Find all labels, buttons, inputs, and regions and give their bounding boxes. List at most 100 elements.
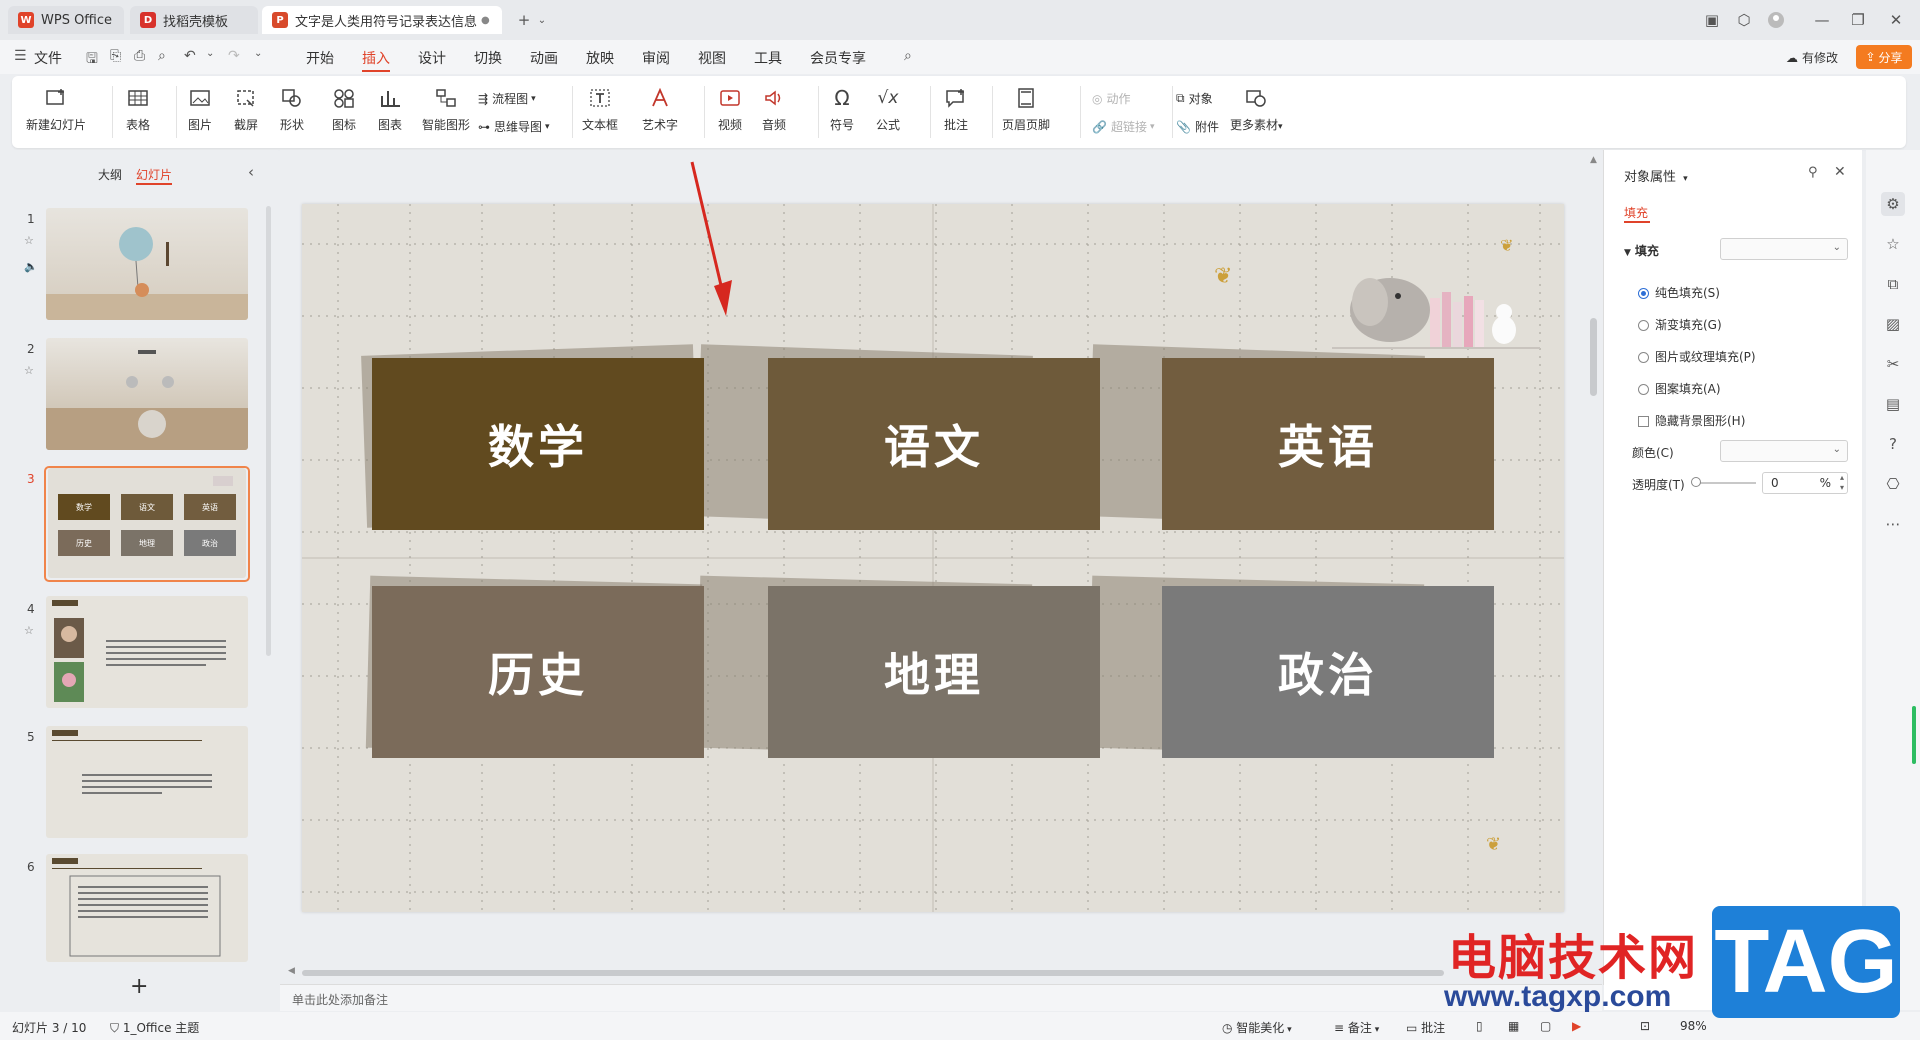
tab-wps-office[interactable]: W WPS Office <box>8 6 124 34</box>
transparency-input[interactable]: 0 % ▴ ▾ <box>1762 472 1848 494</box>
help-icon[interactable]: ? <box>1881 432 1905 456</box>
file-menu[interactable]: 文件 <box>34 48 62 68</box>
tab-slideshow[interactable]: 放映 <box>586 48 614 68</box>
layout-icon[interactable]: ▣ <box>1700 8 1724 32</box>
add-slide-button[interactable]: + <box>130 974 148 999</box>
scroll-up-icon[interactable]: ▲ <box>1590 155 1597 165</box>
fill-tab[interactable]: 填充 <box>1624 204 1648 221</box>
chart-button[interactable]: 图表 <box>376 84 404 133</box>
revise-status[interactable]: ☁ 有修改 <box>1786 49 1838 66</box>
share-button[interactable]: ⇪ 分享 <box>1856 45 1912 69</box>
star-animation-icon[interactable]: ☆ <box>1881 232 1905 256</box>
properties-icon[interactable]: ⚙ <box>1881 192 1905 216</box>
play-slideshow-icon[interactable]: ▶ <box>1572 1019 1581 1033</box>
reading-view-icon[interactable]: ▢ <box>1540 1019 1551 1033</box>
theme-status[interactable]: ⛉ 1_Office 主题 <box>110 1019 199 1036</box>
slide-thumbnail-3[interactable]: 数学 语文 英语 历史 地理 政治 <box>48 468 246 578</box>
slide-canvas[interactable]: ❦ ❦ ❦ 数学 语文 英语 历史 地理 政治 <box>302 204 1564 912</box>
subject-card-english[interactable]: 英语 <box>1162 358 1494 530</box>
zoom-level[interactable]: 98% <box>1680 1019 1707 1033</box>
formula-button[interactable]: √x 公式 <box>874 84 902 133</box>
audio-icon[interactable]: 🔈 <box>24 260 38 273</box>
undo-icon[interactable]: ↶ <box>184 48 196 64</box>
robot-icon[interactable]: ⎔ <box>1881 472 1905 496</box>
hide-background-checkbox[interactable]: 隐藏背景图形(H) <box>1638 412 1745 429</box>
transparency-slider-thumb[interactable] <box>1691 477 1701 487</box>
close-icon[interactable]: ✕ <box>1884 8 1908 32</box>
comment-button[interactable]: 批注 <box>942 84 970 133</box>
slide-thumbnail-2[interactable] <box>46 338 248 450</box>
book-icon[interactable]: ▤ <box>1881 392 1905 416</box>
subject-card-politics[interactable]: 政治 <box>1162 586 1494 758</box>
flowchart-button[interactable]: ⇶ 流程图 ▾ <box>478 90 536 107</box>
undo-dropdown-icon[interactable]: ⌄ <box>206 48 214 59</box>
sorter-view-icon[interactable]: ▦ <box>1508 1019 1519 1033</box>
chevron-down-icon[interactable]: ⌄ <box>530 8 554 32</box>
hyperlink-button[interactable]: 🔗 超链接 ▾ <box>1092 118 1155 135</box>
attachment-button[interactable]: 📎 附件 <box>1176 118 1219 135</box>
star-icon[interactable]: ☆ <box>24 364 34 377</box>
icon-button[interactable]: 图标 <box>330 84 358 133</box>
panel-title[interactable]: 对象属性 ▾ <box>1624 166 1688 185</box>
header-footer-button[interactable]: 页眉页脚 <box>1002 84 1050 133</box>
subject-card-history[interactable]: 历史 <box>372 586 704 758</box>
slide-thumbnail-6[interactable] <box>46 854 248 962</box>
tab-insert[interactable]: 插入 <box>362 48 390 68</box>
restore-icon[interactable]: ❐ <box>1846 8 1870 32</box>
avatar[interactable] <box>1764 8 1788 32</box>
print-preview-icon[interactable]: ⌕ <box>158 48 166 64</box>
copy-slides-icon[interactable]: ⧉ <box>1881 272 1905 296</box>
more-materials-button[interactable]: 更多素材▾ <box>1230 84 1283 133</box>
tab-design[interactable]: 设计 <box>418 48 446 68</box>
picture-button[interactable]: 图片 <box>186 84 214 133</box>
spinner-icon[interactable]: ▴ ▾ <box>1840 473 1844 493</box>
tab-home[interactable]: 开始 <box>306 48 334 68</box>
minimize-icon[interactable]: — <box>1810 8 1834 32</box>
video-button[interactable]: 视频 <box>716 84 744 133</box>
new-slide-button[interactable]: 新建幻灯片 <box>26 84 86 133</box>
tab-tools[interactable]: 工具 <box>754 48 782 68</box>
redo-icon[interactable]: ↷ <box>228 48 240 64</box>
smartart-button[interactable]: 智能图形 <box>422 84 470 133</box>
zoom-fit-icon[interactable]: ⊡ <box>1640 1019 1650 1033</box>
slide-thumbnail-5[interactable] <box>46 726 248 838</box>
normal-view-icon[interactable]: ▯ <box>1476 1019 1483 1033</box>
picture-fill-radio[interactable]: 图片或纹理填充(P) <box>1638 348 1756 365</box>
outline-tab[interactable]: 大纲 <box>98 166 122 183</box>
cube-icon[interactable]: ⬡ <box>1732 8 1756 32</box>
more-icon[interactable]: ⋯ <box>1881 512 1905 536</box>
subject-card-chinese[interactable]: 语文 <box>768 358 1100 530</box>
tab-docer-templates[interactable]: D 找稻壳模板 <box>130 6 258 34</box>
tab-member[interactable]: 会员专享 <box>810 48 866 68</box>
print-icon[interactable]: ⎙ <box>134 48 145 64</box>
canvas-horizontal-scrollbar[interactable] <box>302 970 1444 976</box>
slides-scrollbar[interactable] <box>266 206 271 656</box>
slide-thumbnail-4[interactable] <box>46 596 248 708</box>
picture-edit-icon[interactable]: ▨ <box>1881 312 1905 336</box>
subject-card-geography[interactable]: 地理 <box>768 586 1100 758</box>
tab-animation[interactable]: 动画 <box>530 48 558 68</box>
star-icon[interactable]: ☆ <box>24 234 34 247</box>
close-panel-icon[interactable]: ✕ <box>1834 164 1846 180</box>
gradient-fill-radio[interactable]: 渐变填充(G) <box>1638 316 1722 333</box>
star-icon[interactable]: ☆ <box>24 624 34 637</box>
smart-beautify-button[interactable]: ◷ 智能美化 ▾ <box>1222 1019 1292 1036</box>
collapse-panel-icon[interactable]: ‹ <box>248 163 254 181</box>
object-button[interactable]: ⧉ 对象 <box>1176 90 1213 107</box>
export-icon[interactable]: ⎘ <box>110 48 121 64</box>
save-icon[interactable]: 🖫 <box>86 48 98 72</box>
unsaved-dot-icon[interactable]: ● <box>481 15 490 26</box>
action-button[interactable]: ◎ 动作 <box>1092 90 1131 107</box>
menu-hamburger-icon[interactable]: ☰ <box>14 48 27 64</box>
audio-button[interactable]: 音频 <box>760 84 788 133</box>
slides-tab[interactable]: 幻灯片 <box>136 166 172 183</box>
slide-thumbnail-1[interactable] <box>46 208 248 320</box>
table-button[interactable]: 表格 <box>124 84 152 133</box>
fill-type-dropdown[interactable]: ⌄ <box>1720 238 1848 260</box>
tab-current-document[interactable]: P 文字是人类用符号记录表达信息以 ● <box>262 6 502 34</box>
subject-card-math[interactable]: 数学 <box>372 358 704 530</box>
textbox-button[interactable]: 文本框 <box>582 84 618 133</box>
pattern-fill-radio[interactable]: 图案填充(A) <box>1638 380 1721 397</box>
color-dropdown[interactable]: ⌄ <box>1720 440 1848 462</box>
more-quick-icon[interactable]: ⌄ <box>254 48 262 59</box>
